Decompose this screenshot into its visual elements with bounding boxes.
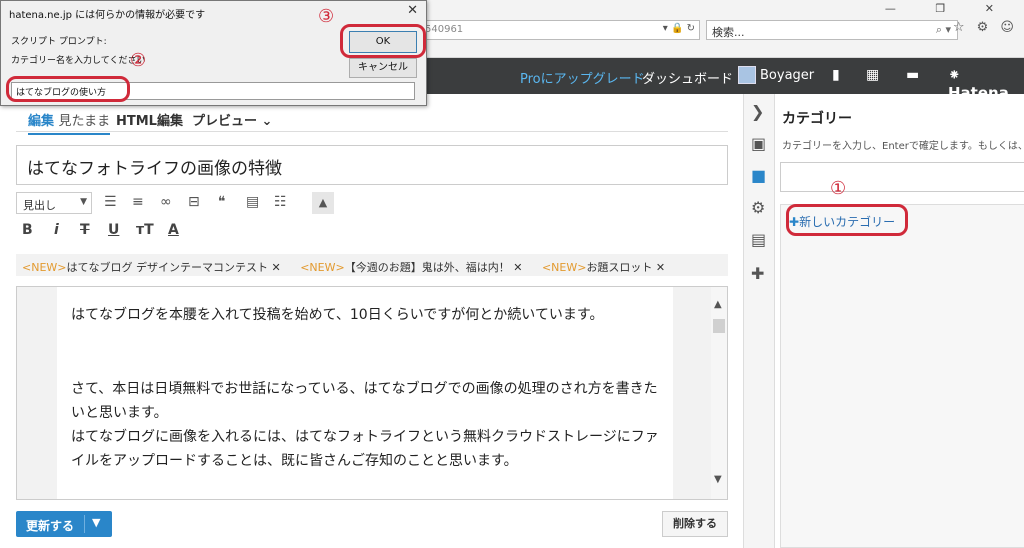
chevron-down-icon[interactable]: ▼ — [92, 516, 100, 529]
photo-icon[interactable]: ▣ — [751, 134, 766, 153]
tab-edit-label: 編集 — [28, 114, 55, 129]
browser-toolbar-icons[interactable]: ☆ ⚙ ☺ — [953, 20, 1018, 35]
editor-tabs: 編集 見たまま HTML編集 プレビュー ⌄ — [16, 108, 728, 135]
annotation-number-1: ① — [830, 178, 847, 199]
category-description: カテゴリーを入力し、Enterで確定します。もしくは、 — [782, 141, 1024, 152]
font-size-icon[interactable]: ᴛT — [136, 222, 154, 238]
close-icon[interactable]: ✕ — [407, 3, 418, 18]
bookmark-icon[interactable]: ▮ — [832, 67, 840, 83]
tab-preview[interactable]: プレビュー ⌄ — [192, 110, 272, 129]
quote-icon[interactable]: ❝ — [218, 194, 226, 210]
annotation-number-3: ③ — [318, 6, 335, 27]
annotation-number-2: ② — [130, 50, 147, 71]
notice-item[interactable]: <NEW>お題スロット ✕ — [542, 261, 665, 274]
dialog-message: カテゴリー名を入力してください — [11, 56, 146, 66]
ok-button[interactable]: OK — [349, 31, 417, 53]
bullet-list-icon[interactable]: ☰ — [104, 194, 117, 210]
bold-icon[interactable]: B — [22, 222, 33, 238]
editor-toolbar: 見出し ▼ ☰ ≡ ∞ ⊟ ❝ ▤ ☷ ▲ — [16, 192, 728, 216]
avatar[interactable] — [738, 66, 756, 84]
update-button[interactable]: 更新する ▼ — [16, 511, 112, 537]
document-icon[interactable]: ▤ — [751, 230, 766, 249]
gear-icon[interactable]: ⚙ — [751, 198, 765, 217]
plus-icon: ✚ — [789, 215, 800, 229]
scroll-up-icon[interactable]: ▲ — [714, 299, 722, 310]
format-toolbar: B i T U ᴛT A — [16, 222, 728, 244]
link-icon[interactable]: ∞ — [160, 194, 172, 210]
paragraph: さて、本日は日頃無料でお世話になっている、はてなブログでの画像の処理のされ方を書… — [71, 381, 658, 421]
browser-search-input[interactable]: 検索... ⌕ ▾ — [706, 20, 958, 40]
category-list: ✚新しいカテゴリー — [780, 204, 1024, 548]
search-placeholder: 検索... — [712, 26, 745, 39]
category-input[interactable] — [780, 162, 1024, 192]
delete-button[interactable]: 削除する — [662, 511, 728, 537]
username[interactable]: Boyager — [760, 68, 814, 83]
editor-scrollbar[interactable]: ▲ ▼ — [711, 287, 727, 499]
notice-item[interactable]: <NEW>【今週のお題】鬼は外、福は内！ ✕ — [300, 261, 522, 274]
horizontal-rule-icon[interactable]: ⊟ — [188, 194, 200, 210]
paragraph: はてなブログを本腰を入れて投稿を始めて、10日くらいですが何とか続いています。 — [71, 307, 604, 323]
format-select[interactable]: 見出し ▼ — [16, 192, 92, 214]
window-controls[interactable]: — ❐ ✕ — [885, 2, 1012, 15]
notice-bar: <NEW>はてなブログ デザインテーマコンテスト ✕ <NEW>【今週のお題】鬼… — [16, 254, 728, 276]
comment-icon[interactable]: ▬ — [906, 67, 919, 83]
prompt-dialog: hatena.ne.jp には何らかの情報が必要です ✕ スクリプト プロンプト… — [0, 0, 427, 106]
cancel-button[interactable]: キャンセル — [349, 58, 417, 78]
pro-upgrade-link[interactable]: Proにアップグレード — [520, 68, 645, 87]
notice-item[interactable]: <NEW>はてなブログ デザインテーマコンテスト ✕ — [22, 261, 281, 274]
collapse-toolbar-icon[interactable]: ▲ — [312, 192, 334, 214]
editor-content[interactable]: はてなブログを本腰を入れて投稿を始めて、10日くらいですが何とか続いています。 … — [57, 287, 673, 499]
new-category-button[interactable]: ✚新しいカテゴリー — [789, 213, 895, 230]
dialog-label: スクリプト プロンプト: — [11, 37, 107, 47]
paragraph: はてなブログに画像を入れるには、はてなフォトライフという無料クラウドストレージに… — [71, 429, 659, 469]
more-icon[interactable]: ☷ — [274, 194, 287, 210]
plus-icon[interactable]: ✚ — [751, 264, 764, 283]
tab-edit-sub: 見たまま — [58, 114, 111, 129]
tab-html-edit[interactable]: HTML編集 — [116, 110, 183, 129]
category-title: カテゴリー — [782, 111, 852, 127]
underline-icon[interactable]: U — [108, 222, 119, 238]
dialog-title: hatena.ne.jp には何らかの情報が必要です — [9, 10, 206, 21]
address-bar-icons[interactable]: ▾ 🔒 ↻ — [663, 23, 695, 34]
scroll-thumb[interactable] — [713, 319, 725, 333]
dashboard-link[interactable]: ダッシュボード — [642, 68, 733, 87]
folder-icon[interactable]: ■ — [751, 166, 766, 185]
address-text: 540961 — [425, 24, 464, 35]
tab-edit[interactable]: 編集 見たまま — [28, 110, 111, 135]
chevron-right-icon[interactable]: ❯ — [751, 102, 764, 121]
font-color-icon[interactable]: A — [168, 222, 179, 238]
entry-title-input[interactable]: はてなフォトライフの画像の特徴 — [16, 145, 728, 185]
search-icon[interactable]: ⌕ ▾ — [936, 23, 951, 37]
editor-body[interactable]: はてなブログを本腰を入れて投稿を始めて、10日くらいですが何とか続いています。 … — [16, 286, 728, 500]
category-panel: カテゴリー カテゴリーを入力し、Enterで確定します。もしくは、 ✚新しいカテ… — [776, 94, 1024, 548]
chevron-down-icon: ▼ — [80, 197, 87, 207]
table-icon[interactable]: ▤ — [246, 194, 259, 210]
scroll-down-icon[interactable]: ▼ — [714, 474, 722, 485]
format-select-value: 見出し — [23, 199, 56, 212]
grid-icon[interactable]: ▦ — [866, 67, 879, 83]
strikethrough-icon[interactable]: T — [80, 222, 90, 238]
side-strip: ❯ ▣ ■ ⚙ ▤ ✚ — [743, 94, 775, 548]
numbered-list-icon[interactable]: ≡ — [132, 194, 144, 210]
dialog-input[interactable]: はてなブログの使い方 — [11, 82, 415, 100]
address-bar[interactable]: 540961 ▾ 🔒 ↻ — [420, 20, 700, 40]
italic-icon[interactable]: i — [54, 222, 59, 238]
